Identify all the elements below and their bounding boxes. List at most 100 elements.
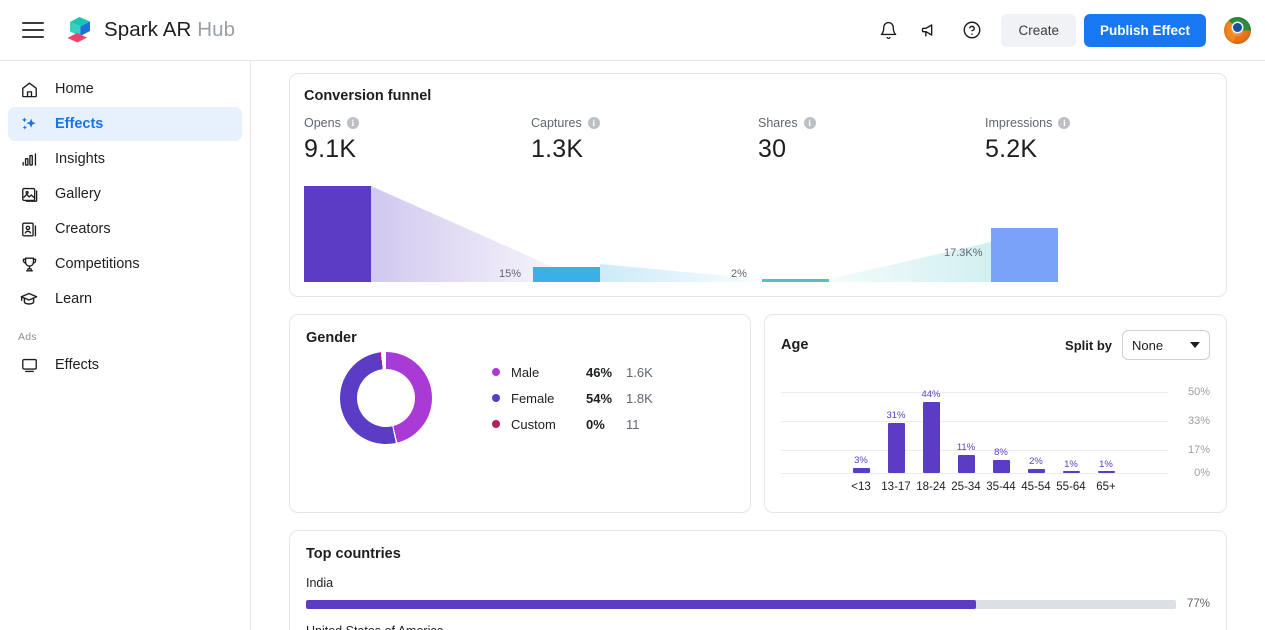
publish-effect-button[interactable]: Publish Effect (1083, 13, 1206, 47)
x-axis-label: 13-17 (881, 481, 911, 493)
top-bar-actions: Create Publish Effect (871, 13, 1265, 47)
info-icon[interactable]: i (1058, 117, 1071, 129)
age-bar-label: 31% (886, 410, 906, 421)
sidebar-item-gallery[interactable]: Gallery (8, 177, 242, 211)
funnel-rate-2: 2% (731, 268, 747, 280)
conversion-funnel-card: Conversion funnel Opens i 9.1K Captures … (289, 73, 1227, 297)
funnel-metrics: Opens i 9.1K Captures i 1.3K Shares i 30… (304, 104, 1212, 164)
legend-percent: 46% (586, 364, 613, 380)
card-title: Top countries (306, 546, 401, 562)
sidebar-item-label: Insights (55, 151, 105, 167)
age-bar-label: 3% (854, 455, 868, 466)
y-axis-label: 33% (1187, 415, 1210, 427)
create-button[interactable]: Create (1001, 13, 1076, 47)
gender-body: Male 46% 1.6K Female 54% 1.8K Custom 0% … (306, 352, 734, 444)
country-row: India 77% (306, 576, 1210, 610)
sidebar-item-ads-effects[interactable]: Effects (8, 348, 242, 382)
main-content: Conversion funnel Opens i 9.1K Captures … (251, 61, 1265, 630)
funnel-graph: 15% 2% 17.3K% (304, 184, 1212, 282)
age-bar-label: 8% (994, 447, 1008, 458)
legend-row: Male 46% 1.6K (492, 359, 653, 385)
x-axis-label: 25-34 (951, 481, 981, 493)
contact-card-icon (18, 218, 40, 240)
megaphone-icon[interactable] (913, 13, 947, 47)
hamburger-icon[interactable] (22, 22, 44, 38)
age-bar[interactable] (1098, 471, 1115, 473)
age-card: Age Split by None 50% 33% 17% 0% 3% 31% … (764, 314, 1227, 513)
gender-legend: Male 46% 1.6K Female 54% 1.8K Custom 0% … (492, 359, 653, 437)
age-bar[interactable] (1063, 471, 1080, 473)
x-axis-label: 55-64 (1056, 481, 1086, 493)
legend-count: 1.6K (626, 364, 653, 380)
sidebar-item-label: Learn (55, 291, 93, 307)
country-progress-fill (306, 599, 976, 609)
country-progress-track (306, 599, 1176, 609)
card-title: Age (781, 337, 809, 353)
sidebar-item-creators[interactable]: Creators (8, 212, 242, 246)
sidebar-item-label: Effects (55, 357, 100, 373)
legend-color-dot (492, 394, 500, 402)
age-bar-label: 1% (1099, 459, 1113, 470)
grid-line (781, 421, 1168, 422)
brand-title-primary: Spark AR (104, 18, 192, 41)
legend-row: Custom 0% 11 (492, 411, 653, 437)
legend-percent: 0% (586, 416, 605, 432)
spark-ar-logo-icon (66, 16, 92, 44)
gender-card: Gender Male 46% 1.6K Female 54% 1.8K Cus… (289, 314, 751, 513)
gender-donut-wrap (306, 352, 466, 444)
y-axis-label: 17% (1187, 444, 1210, 456)
funnel-bar-captures (533, 267, 600, 282)
age-bar[interactable] (853, 468, 870, 473)
sidebar: Home Effects Insights Gallery Creators C… (0, 61, 251, 630)
country-percent: 77% (1186, 598, 1210, 610)
sidebar-item-home[interactable]: Home (8, 72, 242, 106)
metric-label: Captures (531, 116, 582, 130)
sparkles-icon (18, 113, 40, 135)
age-bar[interactable] (958, 455, 975, 473)
sidebar-item-label: Effects (55, 116, 104, 132)
monitor-icon (18, 354, 40, 376)
info-icon[interactable]: i (346, 117, 359, 129)
x-axis-label: 18-24 (916, 481, 946, 493)
age-bar[interactable] (993, 460, 1010, 473)
sidebar-item-insights[interactable]: Insights (8, 142, 242, 176)
x-axis-label: <13 (851, 481, 871, 493)
top-navigation-bar: Spark AR Hub Create Publish Effect (0, 0, 1265, 61)
funnel-rate-3: 17.3K% (944, 247, 983, 259)
legend-color-dot (492, 420, 500, 428)
age-bar[interactable] (923, 402, 940, 473)
age-card-header: Age Split by None (781, 330, 1210, 360)
split-by-select[interactable]: None (1122, 330, 1210, 360)
user-avatar[interactable] (1224, 16, 1251, 44)
y-axis-label: 50% (1187, 386, 1210, 398)
y-axis-label: 0% (1194, 467, 1210, 479)
metric-value: 9.1K (304, 135, 357, 163)
funnel-bar-impressions (991, 228, 1058, 282)
sidebar-item-learn[interactable]: Learn (8, 282, 242, 316)
brand-title: Spark AR Hub (104, 18, 235, 42)
info-icon[interactable]: i (803, 117, 816, 129)
sidebar-item-label: Creators (55, 221, 111, 237)
x-axis-label: 35-44 (986, 481, 1016, 493)
legend-count: 11 (626, 416, 640, 432)
metric-label: Shares (758, 116, 798, 130)
age-bar-label: 2% (1029, 456, 1043, 467)
info-icon[interactable]: i (587, 117, 600, 129)
age-bar[interactable] (888, 423, 905, 473)
metric-label: Impressions (985, 116, 1053, 130)
sidebar-item-competitions[interactable]: Competitions (8, 247, 242, 281)
legend-count: 1.8K (626, 390, 653, 406)
graduation-cap-icon (18, 288, 40, 310)
bell-icon[interactable] (871, 13, 905, 47)
age-bar-chart: 50% 33% 17% 0% 3% 31% 44% 11% 8% 2% 1% 1… (781, 370, 1210, 493)
home-icon (18, 78, 40, 100)
age-bar[interactable] (1028, 469, 1045, 473)
brand[interactable]: Spark AR Hub (66, 16, 235, 44)
funnel-metric-captures: Captures i 1.3K (531, 116, 758, 164)
sidebar-item-effects[interactable]: Effects (8, 107, 242, 141)
legend-label: Custom (511, 416, 556, 432)
help-circle-icon[interactable] (955, 13, 989, 47)
funnel-bar-opens (304, 186, 371, 282)
gender-donut-chart (340, 352, 432, 444)
metric-label: Opens (304, 116, 341, 130)
